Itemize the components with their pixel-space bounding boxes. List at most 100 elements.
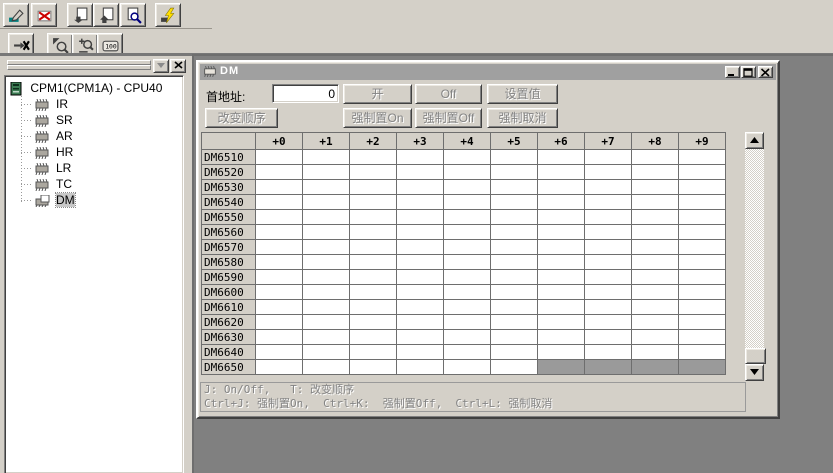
force-on-button[interactable]: 强制置On <box>343 108 412 128</box>
tree-root-plc[interactable]: CPM1(CPM1A) - CPU40 <box>7 80 181 96</box>
dm-cell[interactable] <box>538 150 585 165</box>
dm-cell[interactable] <box>632 210 679 225</box>
dm-cell[interactable] <box>303 255 350 270</box>
tree-item-lr[interactable]: LR <box>7 160 181 176</box>
dm-cell[interactable] <box>350 330 397 345</box>
dm-cell[interactable] <box>679 150 726 165</box>
dm-cell[interactable] <box>256 180 303 195</box>
tree-item-hr[interactable]: HR <box>7 144 181 160</box>
dm-cell[interactable] <box>303 330 350 345</box>
dm-cell[interactable] <box>444 315 491 330</box>
dm-cell[interactable] <box>538 165 585 180</box>
dm-cell[interactable] <box>350 345 397 360</box>
scroll-down-button[interactable] <box>745 364 764 381</box>
dm-cell[interactable] <box>350 360 397 375</box>
dm-cell[interactable] <box>397 300 444 315</box>
dm-cell[interactable] <box>585 165 632 180</box>
dm-cell[interactable] <box>679 240 726 255</box>
dm-cell[interactable] <box>303 360 350 375</box>
dm-cell[interactable] <box>444 360 491 375</box>
dm-cell[interactable] <box>397 150 444 165</box>
dm-cell[interactable] <box>679 270 726 285</box>
dm-cell[interactable] <box>679 300 726 315</box>
page-paste-button[interactable] <box>67 3 93 27</box>
dm-cell[interactable] <box>397 210 444 225</box>
dm-cell[interactable] <box>491 210 538 225</box>
dm-cell[interactable] <box>538 315 585 330</box>
gripper-handle[interactable] <box>7 65 151 70</box>
clear-button[interactable] <box>31 3 57 27</box>
off-button[interactable]: Off <box>415 84 482 104</box>
dm-cell[interactable] <box>444 240 491 255</box>
dm-cell[interactable] <box>585 195 632 210</box>
change-order-button[interactable]: 改变顺序 <box>205 108 278 128</box>
dm-cell[interactable] <box>632 150 679 165</box>
dm-cell[interactable] <box>491 165 538 180</box>
dm-cell[interactable] <box>679 315 726 330</box>
tree-item-tc[interactable]: TC <box>7 176 181 192</box>
dm-cell[interactable] <box>679 180 726 195</box>
dm-cell[interactable] <box>256 300 303 315</box>
dm-cell[interactable] <box>538 300 585 315</box>
dm-cell[interactable] <box>632 180 679 195</box>
dm-cell[interactable] <box>350 165 397 180</box>
dm-cell[interactable] <box>632 255 679 270</box>
dm-cell[interactable] <box>491 285 538 300</box>
dm-cell[interactable] <box>444 300 491 315</box>
dm-cell[interactable] <box>585 240 632 255</box>
dm-cell[interactable] <box>350 255 397 270</box>
dm-cell[interactable] <box>679 345 726 360</box>
dm-cell[interactable] <box>256 255 303 270</box>
dm-cell[interactable] <box>632 270 679 285</box>
dm-cell[interactable] <box>585 210 632 225</box>
dm-cell[interactable] <box>303 225 350 240</box>
dm-cell[interactable] <box>256 330 303 345</box>
dm-cell[interactable] <box>491 180 538 195</box>
monitor-button[interactable] <box>155 3 181 27</box>
dm-cell[interactable] <box>444 165 491 180</box>
minimize-button[interactable] <box>725 66 740 78</box>
dm-cell[interactable] <box>350 285 397 300</box>
dm-cell[interactable] <box>350 195 397 210</box>
dm-cell[interactable] <box>491 360 538 375</box>
dm-cell[interactable] <box>397 225 444 240</box>
dm-cell[interactable] <box>444 255 491 270</box>
dm-cell[interactable] <box>491 315 538 330</box>
dm-window-titlebar[interactable]: DM <box>200 64 776 80</box>
dm-cell[interactable] <box>444 210 491 225</box>
dm-cell[interactable] <box>256 240 303 255</box>
dm-cell[interactable] <box>491 255 538 270</box>
dm-cell[interactable] <box>585 180 632 195</box>
dm-cell[interactable] <box>632 300 679 315</box>
dm-cell[interactable] <box>538 330 585 345</box>
dm-cell[interactable] <box>679 210 726 225</box>
dm-cell[interactable] <box>538 255 585 270</box>
dm-cell[interactable] <box>632 315 679 330</box>
dm-cell[interactable] <box>303 345 350 360</box>
dm-cell[interactable] <box>585 330 632 345</box>
write-pen-button[interactable] <box>3 3 29 27</box>
page-find-button[interactable] <box>120 3 146 27</box>
dm-cell[interactable] <box>256 165 303 180</box>
maximize-button[interactable] <box>741 66 756 78</box>
dm-cell[interactable] <box>397 360 444 375</box>
dm-cell[interactable] <box>397 240 444 255</box>
dm-cell[interactable] <box>538 345 585 360</box>
dm-cell[interactable] <box>538 240 585 255</box>
dm-cell[interactable] <box>397 315 444 330</box>
dm-cell[interactable] <box>350 150 397 165</box>
dm-cell[interactable] <box>491 240 538 255</box>
dm-cell[interactable] <box>444 150 491 165</box>
dm-cell[interactable] <box>632 225 679 240</box>
dm-cell[interactable] <box>538 210 585 225</box>
tree-item-ar[interactable]: AR <box>7 128 181 144</box>
dm-cell[interactable] <box>303 270 350 285</box>
dm-cell[interactable] <box>585 300 632 315</box>
dm-cell[interactable] <box>679 195 726 210</box>
dm-cell[interactable] <box>303 195 350 210</box>
dm-cell[interactable] <box>632 195 679 210</box>
dm-cell[interactable] <box>538 180 585 195</box>
dm-cell[interactable] <box>397 180 444 195</box>
dm-cell[interactable] <box>538 270 585 285</box>
dm-cell[interactable] <box>679 255 726 270</box>
